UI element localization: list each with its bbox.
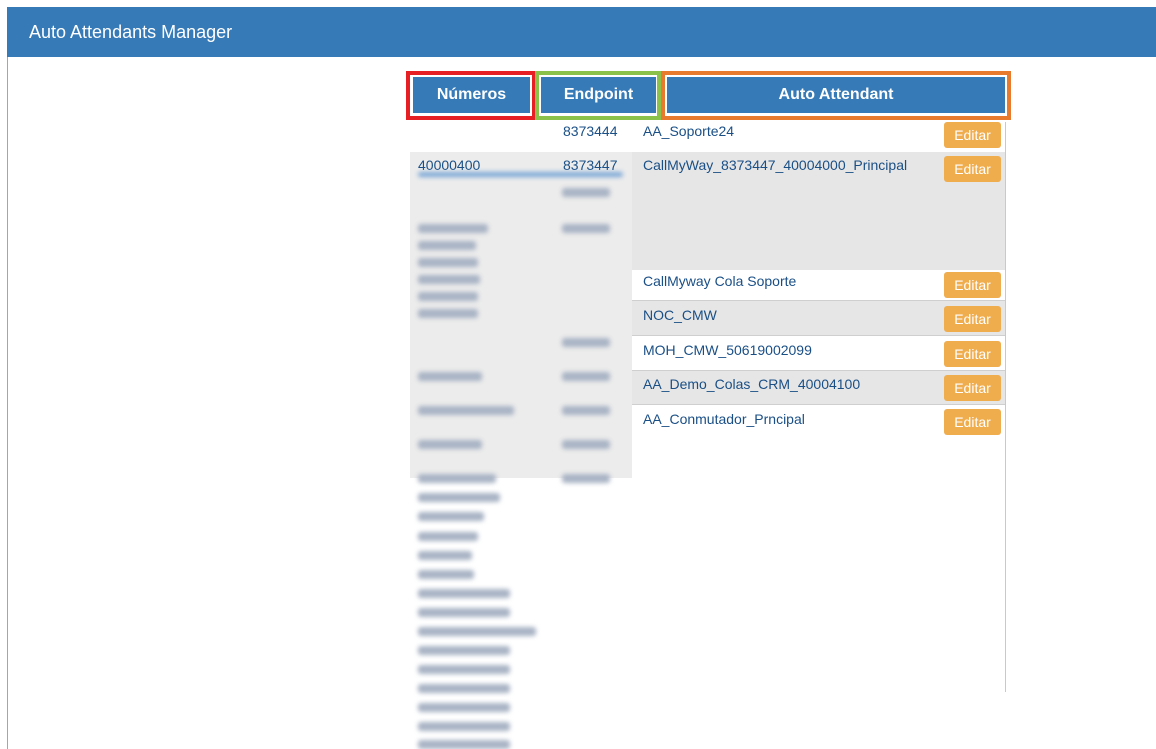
redacted-text	[418, 646, 510, 655]
auto-attendant-name: CallMyway Cola Soporte	[643, 273, 797, 289]
redacted-text	[418, 309, 478, 318]
redacted-text	[418, 627, 536, 636]
redacted-text	[418, 589, 510, 598]
panel-left-border	[7, 57, 8, 749]
redacted-text	[418, 740, 510, 749]
redacted-text	[562, 406, 610, 415]
redacted-text	[418, 570, 474, 579]
redacted-text	[562, 224, 610, 233]
endpoint-cell: 8373444	[563, 123, 618, 139]
redacted-text	[562, 474, 610, 483]
redacted-text	[562, 188, 610, 197]
redacted-text	[418, 258, 478, 267]
redacted-text	[418, 703, 510, 712]
edit-button[interactable]: Editar	[944, 122, 1001, 148]
redacted-text	[418, 493, 500, 502]
edit-button[interactable]: Editar	[944, 375, 1001, 401]
row-divider	[632, 300, 1005, 301]
redacted-text	[562, 372, 610, 381]
edit-button[interactable]: Editar	[944, 409, 1001, 435]
redacted-text	[418, 551, 472, 560]
redacted-text	[418, 440, 482, 449]
redacted-text	[418, 372, 482, 381]
redacted-divider	[418, 172, 623, 177]
redacted-text	[562, 338, 610, 347]
redacted-text	[418, 512, 484, 521]
redacted-text	[562, 440, 610, 449]
endpoint-highlight-box	[535, 71, 661, 120]
edit-button[interactable]: Editar	[944, 272, 1001, 298]
redacted-text	[418, 241, 476, 250]
edit-button[interactable]: Editar	[944, 306, 1001, 332]
endpoint-cell: 8373447	[563, 157, 618, 173]
redacted-text	[418, 665, 510, 674]
redacted-text	[418, 684, 510, 693]
redacted-text	[418, 292, 478, 301]
redacted-text	[418, 532, 478, 541]
redacted-text	[418, 608, 510, 617]
auto-attendant-name: CallMyWay_8373447_40004000_Principal	[643, 157, 908, 173]
title-bar: Auto Attendants Manager	[7, 7, 1156, 57]
numeros-highlight-box	[406, 71, 536, 120]
redacted-text	[418, 722, 510, 731]
auto-attendant-highlight-box	[661, 71, 1011, 120]
auto-attendant-name: AA_Demo_Colas_CRM_40004100	[643, 376, 861, 392]
edit-button[interactable]: Editar	[944, 341, 1001, 367]
auto-attendant-name: NOC_CMW	[643, 307, 717, 323]
numero-cell: 40000400	[418, 157, 481, 173]
row-divider	[632, 370, 1005, 371]
auto-attendant-name: AA_Soporte24	[643, 123, 735, 139]
window-title: Auto Attendants Manager	[29, 22, 233, 42]
redacted-text	[418, 474, 496, 483]
table-right-border	[1005, 122, 1006, 692]
redacted-text	[418, 275, 480, 284]
edit-button[interactable]: Editar	[944, 156, 1001, 182]
row-divider	[632, 335, 1005, 336]
redacted-text	[418, 406, 514, 415]
row-divider	[632, 404, 1005, 405]
auto-attendant-name: MOH_CMW_50619002099	[643, 342, 812, 358]
auto-attendant-name: AA_Conmutador_Prncipal	[643, 411, 805, 427]
redacted-text	[418, 224, 488, 233]
